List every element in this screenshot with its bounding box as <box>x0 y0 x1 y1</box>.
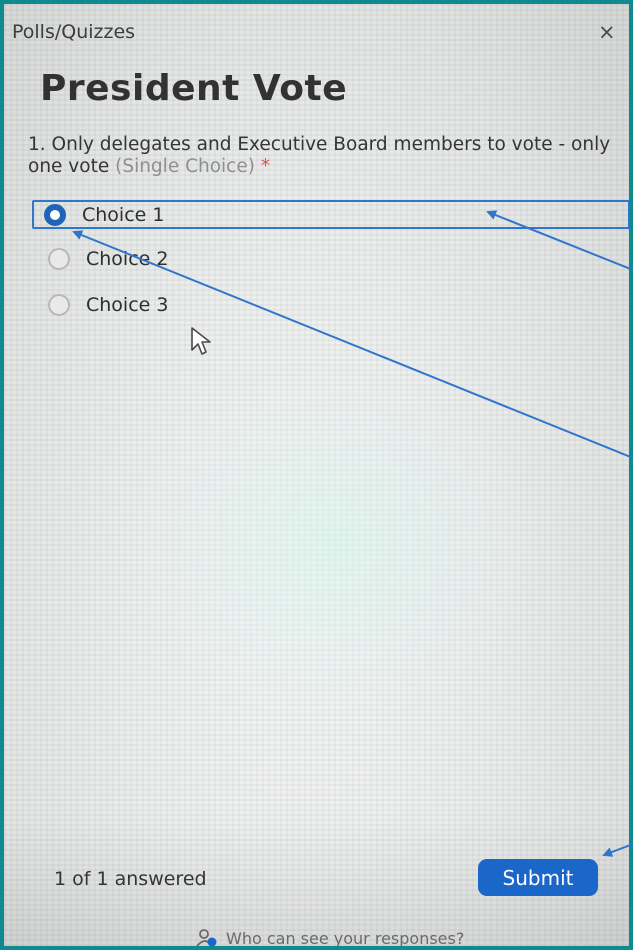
submit-button[interactable]: Submit <box>478 859 598 896</box>
option-choice-3[interactable]: Choice 3 <box>38 293 628 317</box>
people-icon <box>196 929 217 946</box>
mouse-cursor-icon <box>191 327 211 355</box>
radio-unchecked-icon[interactable] <box>48 248 70 270</box>
option-choice-1[interactable]: Choice 1 <box>32 200 629 229</box>
option-label: Choice 1 <box>82 203 165 226</box>
option-choice-2[interactable]: Choice 2 <box>38 247 628 271</box>
panel-title: Polls/Quizzes <box>12 21 136 43</box>
poll-title: President Vote <box>40 68 348 109</box>
question-text: 1. Only delegates and Executive Board me… <box>28 134 623 178</box>
screen-photo: Polls/Quizzes × President Vote 1. Only d… <box>4 4 629 946</box>
radio-unchecked-icon[interactable] <box>48 294 70 316</box>
privacy-link[interactable]: Who can see your responses? <box>196 928 464 946</box>
question-type: (Single Choice) <box>115 156 255 177</box>
radio-checked-icon[interactable] <box>44 203 66 226</box>
privacy-link-label: Who can see your responses? <box>226 928 465 947</box>
option-label: Choice 3 <box>86 294 169 316</box>
required-mark: * <box>260 156 271 177</box>
answered-count: 1 of 1 answered <box>54 868 207 890</box>
close-button[interactable]: × <box>598 22 616 43</box>
screen-glare <box>124 364 544 724</box>
option-label: Choice 2 <box>86 248 169 270</box>
